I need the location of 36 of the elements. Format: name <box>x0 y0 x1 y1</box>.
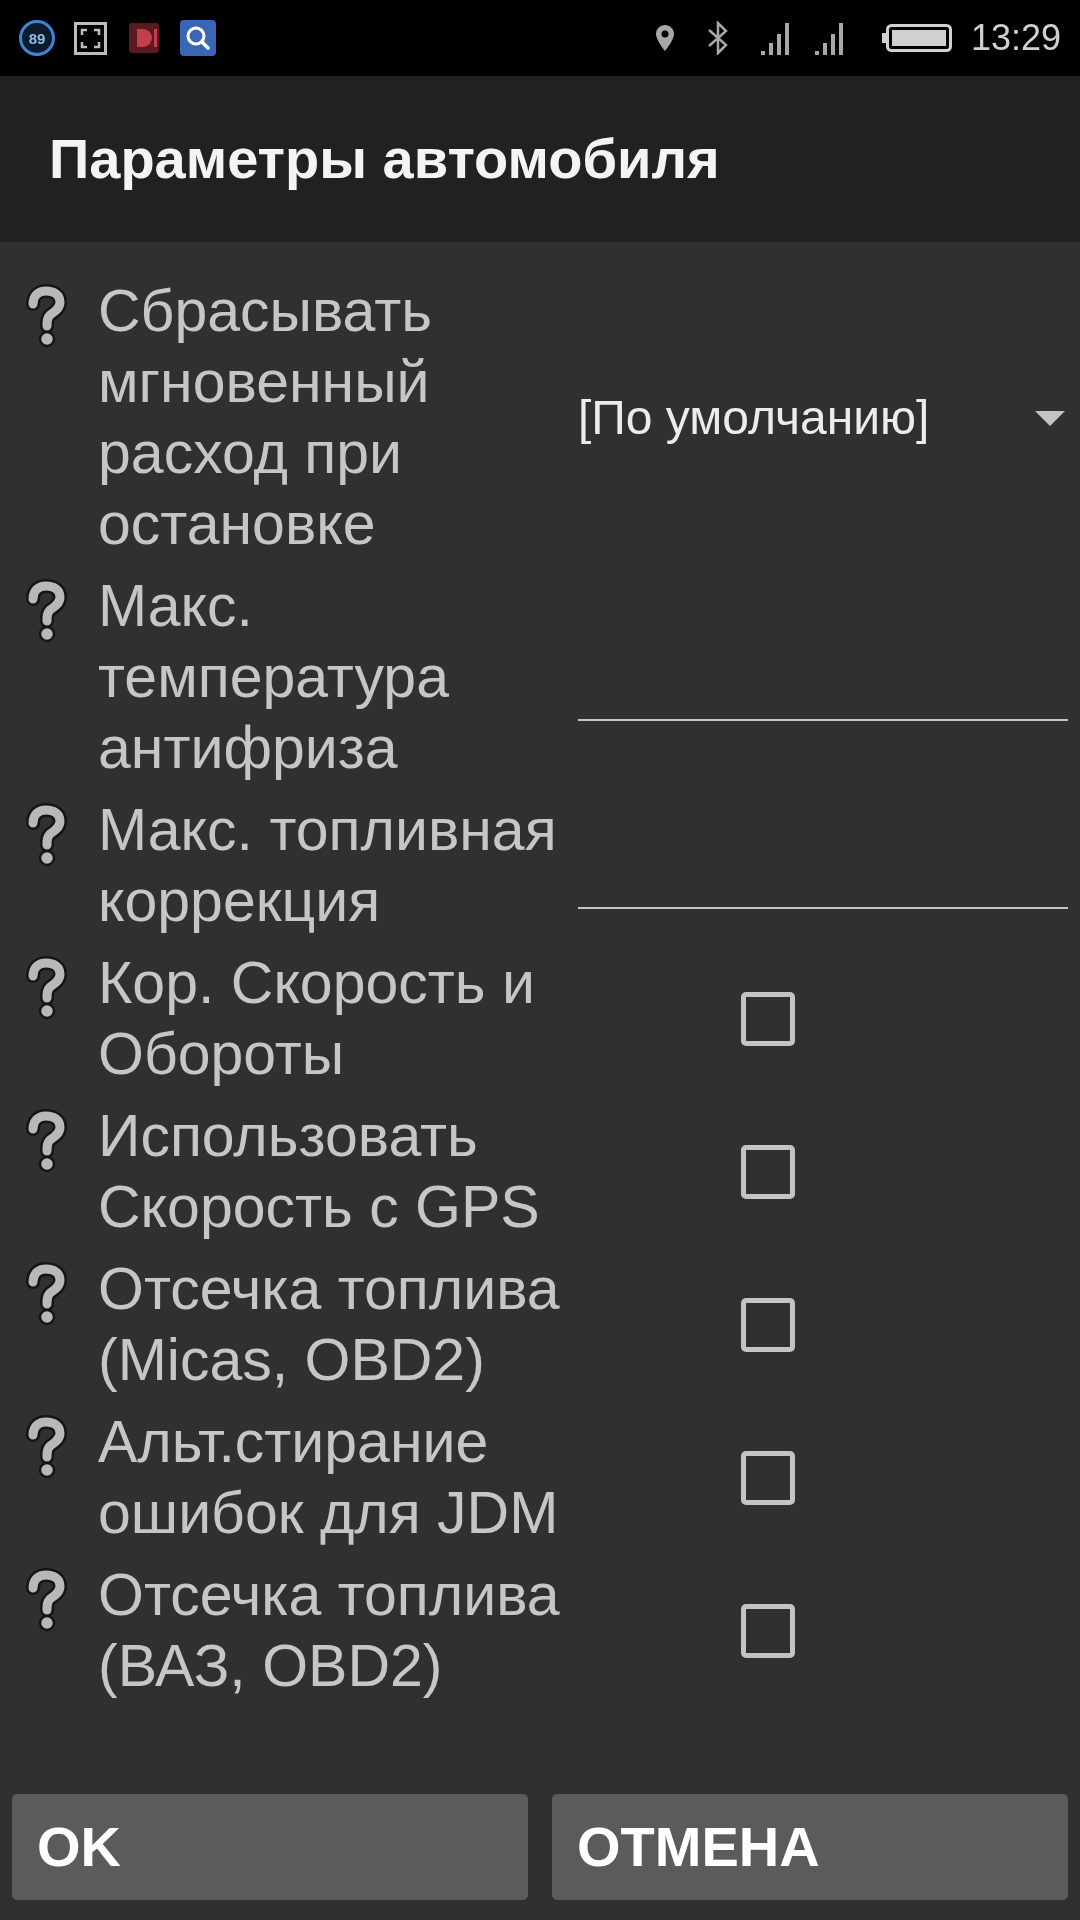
clock-time: 13:29 <box>970 20 1061 56</box>
help-icon[interactable] <box>24 1415 68 1479</box>
checkbox[interactable] <box>741 1145 795 1199</box>
setting-label: Отсечка топлива (ВАЗ, OBD2) <box>98 1561 561 1701</box>
dropdown[interactable]: [По умолчанию] <box>578 373 1068 463</box>
checkbox[interactable] <box>741 1451 795 1505</box>
help-icon[interactable] <box>24 284 68 348</box>
signal-icon <box>814 21 844 55</box>
location-pin-icon <box>655 25 674 51</box>
signal-icon <box>760 21 790 55</box>
checkbox[interactable] <box>741 1604 795 1658</box>
help-icon[interactable] <box>24 803 68 867</box>
setting-label: Кор. Скорость и Обороты <box>98 949 536 1089</box>
setting-label: Макс. топливная коррекция <box>98 796 558 936</box>
setting-label: Макс. температура антифриза <box>98 572 450 783</box>
setting-label: Использовать Скорость с GPS <box>98 1102 541 1242</box>
checkbox[interactable] <box>741 1298 795 1352</box>
setting-label: Отсечка топлива (Micas, OBD2) <box>98 1255 561 1395</box>
setting-label: Альт.стирание ошибок для JDM <box>98 1408 560 1548</box>
search-icon <box>180 20 216 56</box>
help-icon[interactable] <box>24 1262 68 1326</box>
help-icon[interactable] <box>24 579 68 643</box>
ok-button[interactable]: OK <box>12 1794 528 1900</box>
setting-label: Сбрасывать мгновенный расход при остановке <box>98 277 433 559</box>
screen-title: Параметры автомобиля <box>49 126 720 192</box>
dropdown-arrow-icon <box>1035 410 1065 426</box>
help-icon[interactable] <box>24 1109 68 1173</box>
app-icon <box>129 23 159 53</box>
battery-icon <box>881 24 952 52</box>
help-icon[interactable] <box>24 956 68 1020</box>
bluetooth-icon <box>706 21 729 55</box>
count-badge: 89 <box>19 20 55 56</box>
cancel-button[interactable]: ОТМЕНА <box>552 1794 1068 1900</box>
checkbox[interactable] <box>741 992 795 1046</box>
fullscreen-icon <box>74 21 107 55</box>
help-icon[interactable] <box>24 1568 68 1632</box>
